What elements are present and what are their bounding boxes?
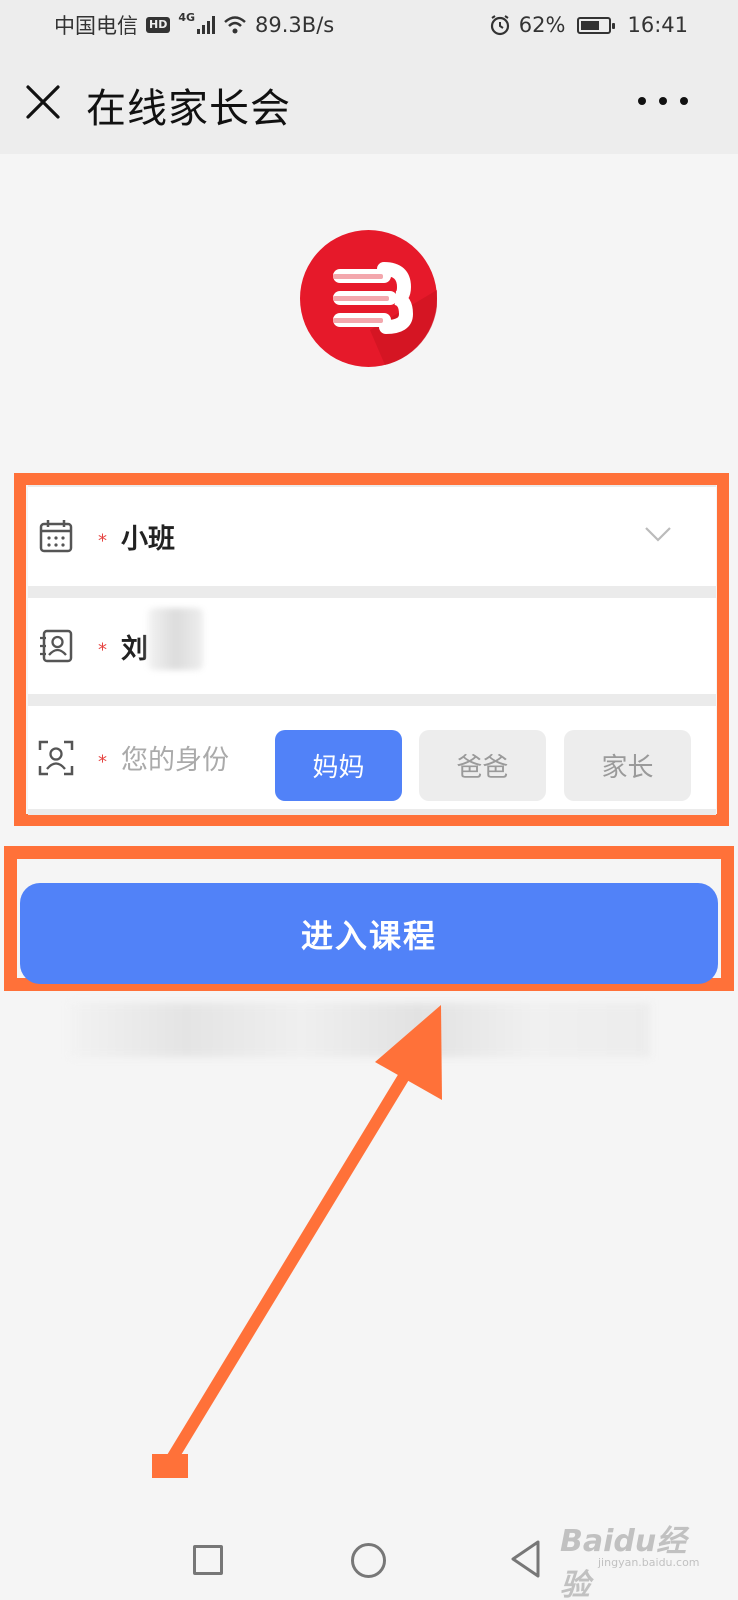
more-icon[interactable]: [638, 90, 688, 112]
calendar-icon: [39, 520, 73, 553]
hd-badge: HD: [146, 17, 171, 33]
role-option-parent[interactable]: 家长: [564, 730, 691, 801]
name-field[interactable]: * 刘: [28, 598, 716, 694]
back-icon[interactable]: [508, 1538, 542, 1580]
brand-logo: [300, 230, 437, 367]
role-label: 您的身份: [121, 745, 229, 776]
name-value: 刘: [121, 633, 148, 665]
user-scan-icon: [38, 740, 74, 776]
watermark-url: jingyan.baidu.com: [598, 1556, 700, 1569]
required-mark: *: [98, 639, 107, 661]
recent-apps-button[interactable]: [193, 1545, 223, 1575]
required-mark: *: [98, 751, 107, 773]
privacy-blur: [148, 608, 203, 670]
contact-card-icon: [40, 629, 73, 663]
role-option-mom[interactable]: 妈妈: [275, 730, 402, 801]
info-form: * 小班 * 刘 * 您的身份 妈妈 爸爸 家长: [28, 485, 716, 815]
status-right: 62% 16:41: [489, 13, 688, 37]
page-title: 在线家长会: [86, 86, 291, 132]
battery-percent: 62%: [518, 13, 566, 37]
class-select[interactable]: * 小班: [28, 487, 716, 586]
close-icon[interactable]: [24, 83, 62, 121]
status-bar: 中国电信 HD 4G 89.3B/s 62% 16:41: [0, 0, 738, 50]
role-option-dad[interactable]: 爸爸: [419, 730, 546, 801]
network-speed: 89.3B/s: [255, 13, 335, 37]
alarm-icon: [490, 15, 509, 36]
title-bar: 在线家长会: [0, 50, 738, 154]
baidu-watermark: Baidu经验 jingyan.baidu.com: [560, 1516, 710, 1600]
clock: 16:41: [627, 13, 688, 37]
network-type: 4G: [178, 10, 196, 24]
home-button[interactable]: [351, 1543, 386, 1578]
chevron-down-icon[interactable]: [644, 525, 672, 543]
wifi-icon: [224, 16, 246, 34]
battery-icon: [577, 16, 616, 34]
carrier-name: 中国电信: [54, 14, 138, 38]
signal-icon: [197, 16, 216, 34]
role-field: * 您的身份 妈妈 爸爸 家长: [28, 706, 716, 809]
enter-course-button[interactable]: 进入课程: [20, 883, 718, 984]
class-value: 小班: [121, 524, 175, 555]
required-mark: *: [98, 530, 107, 552]
status-left: 中国电信 HD 4G 89.3B/s: [54, 10, 334, 40]
blurred-text: [70, 1003, 650, 1057]
